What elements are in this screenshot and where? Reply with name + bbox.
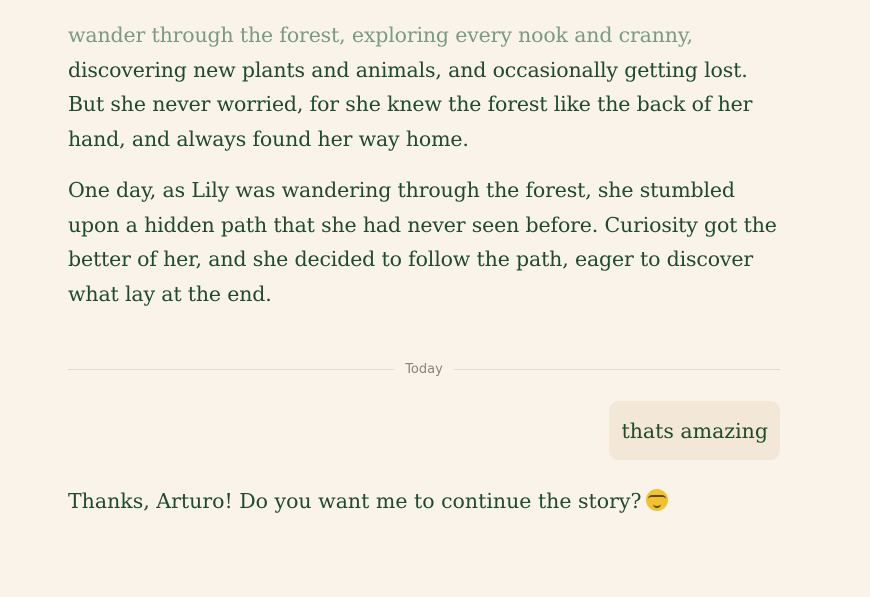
message-text: discovering new plants and animals, and … (68, 57, 753, 152)
user-message-text: thats amazing (621, 418, 768, 443)
divider-label: Today (405, 361, 443, 377)
user-message-bubble: thats amazing (609, 401, 780, 460)
chat-transcript: wander through the forest, exploring eve… (68, 18, 780, 312)
assistant-reply: Thanks, Arturo! Do you want me to contin… (68, 484, 668, 518)
faded-text-line: wander through the forest, exploring eve… (68, 23, 693, 47)
divider-line (68, 368, 395, 370)
nerd-face-emoji-icon (645, 489, 668, 511)
date-divider: Today (68, 358, 781, 380)
assistant-message-paragraph: wander through the forest, exploring eve… (68, 18, 780, 157)
assistant-reply-text: Thanks, Arturo! Do you want me to contin… (68, 489, 642, 513)
assistant-message-paragraph: One day, as Lily was wandering through t… (68, 177, 777, 306)
divider-line (453, 368, 781, 370)
